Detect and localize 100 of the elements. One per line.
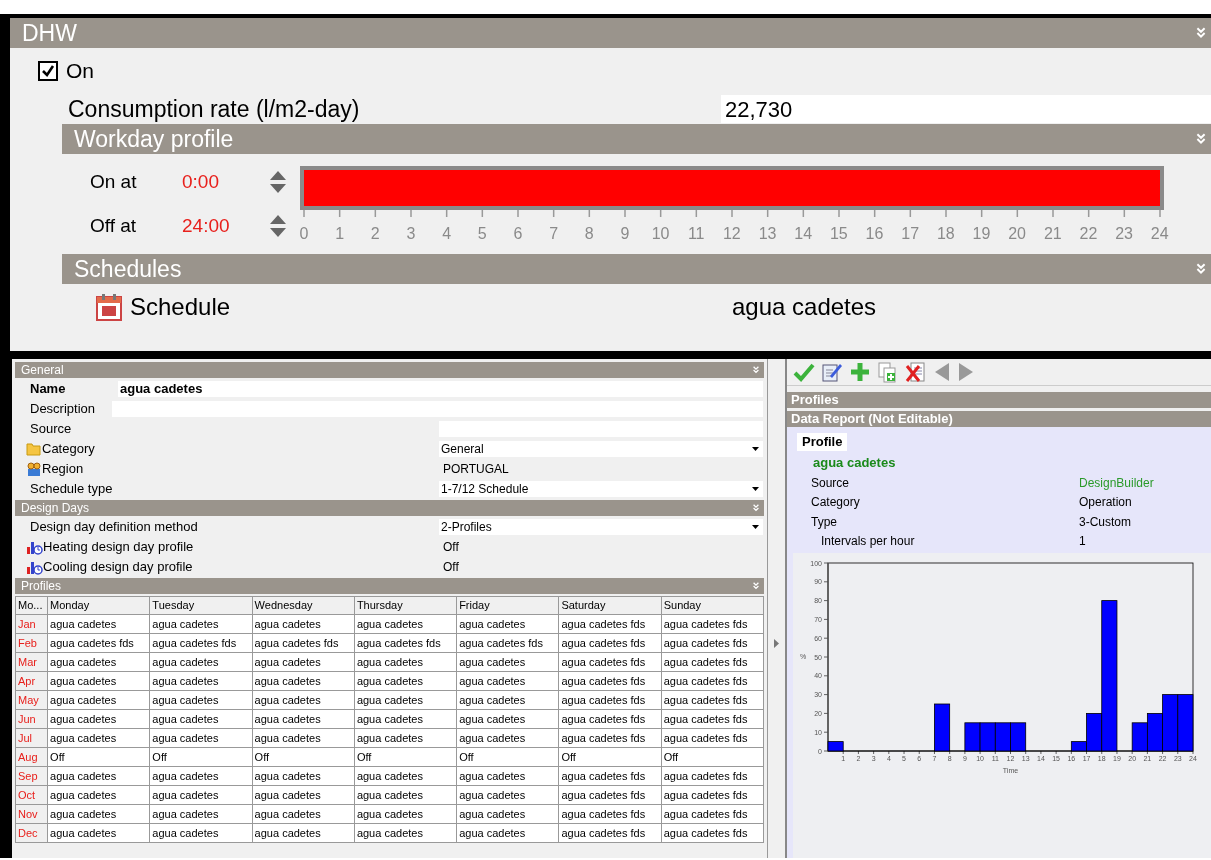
table-cell[interactable]: agua cadetes fds — [252, 633, 355, 653]
spinner-icon[interactable] — [268, 169, 288, 195]
table-cell[interactable]: agua cadetes — [252, 652, 355, 672]
table-cell[interactable]: agua cadetes — [252, 804, 355, 824]
table-cell[interactable]: agua cadetes fds — [661, 728, 764, 748]
table-cell[interactable]: agua cadetes — [252, 614, 355, 634]
table-cell[interactable]: agua cadetes fds — [661, 804, 764, 824]
column-header[interactable]: Friday — [456, 596, 559, 615]
table-cell[interactable]: agua cadetes fds — [456, 633, 559, 653]
off-at-value[interactable]: 24:00 — [182, 211, 268, 241]
copy-icon[interactable] — [877, 361, 899, 383]
table-cell[interactable]: agua cadetes — [149, 804, 253, 824]
table-cell[interactable]: agua cadetes fds — [558, 709, 662, 729]
table-cell[interactable]: agua cadetes fds — [558, 652, 662, 672]
collapse-icon[interactable] — [752, 366, 760, 374]
table-cell[interactable]: agua cadetes — [354, 690, 457, 710]
table-cell[interactable]: agua cadetes fds — [558, 671, 662, 691]
table-cell[interactable]: agua cadetes — [456, 671, 559, 691]
table-cell[interactable]: agua cadetes — [47, 614, 150, 634]
table-cell[interactable]: Off — [252, 747, 355, 767]
table-cell[interactable]: agua cadetes — [456, 785, 559, 805]
column-header[interactable]: Mo... — [15, 596, 48, 615]
table-cell[interactable]: agua cadetes — [149, 671, 253, 691]
table-cell[interactable]: agua cadetes — [354, 614, 457, 634]
on-at-value[interactable]: 0:00 — [182, 167, 268, 197]
table-cell[interactable]: agua cadetes — [354, 804, 457, 824]
table-cell[interactable]: Off — [558, 747, 662, 767]
consumption-field[interactable]: 22,730 — [721, 95, 1211, 123]
table-cell[interactable]: agua cadetes fds — [558, 728, 662, 748]
table-cell[interactable]: agua cadetes — [47, 671, 150, 691]
plus-icon[interactable] — [849, 361, 871, 383]
table-cell[interactable]: agua cadetes — [149, 690, 253, 710]
table-cell[interactable]: Off — [661, 747, 764, 767]
table-cell[interactable]: agua cadetes — [252, 671, 355, 691]
collapse-icon[interactable] — [1195, 27, 1207, 39]
dropdown[interactable]: 1-7/12 Schedule — [439, 481, 763, 497]
table-cell[interactable]: agua cadetes — [354, 709, 457, 729]
table-cell[interactable]: agua cadetes — [456, 804, 559, 824]
table-cell[interactable]: agua cadetes — [252, 785, 355, 805]
back-arrow-icon[interactable] — [933, 362, 951, 382]
delete-icon[interactable] — [905, 361, 927, 383]
table-cell[interactable]: agua cadetes — [47, 766, 150, 786]
collapse-icon[interactable] — [752, 504, 760, 512]
table-cell[interactable]: agua cadetes — [456, 728, 559, 748]
table-cell[interactable]: agua cadetes fds — [661, 614, 764, 634]
table-cell[interactable]: agua cadetes fds — [558, 633, 662, 653]
table-cell[interactable]: agua cadetes — [456, 823, 559, 843]
table-cell[interactable]: agua cadetes — [47, 690, 150, 710]
table-cell[interactable]: agua cadetes — [354, 785, 457, 805]
table-cell[interactable]: agua cadetes — [354, 652, 457, 672]
table-cell[interactable]: agua cadetes — [252, 690, 355, 710]
table-cell[interactable]: agua cadetes — [47, 728, 150, 748]
table-cell[interactable]: agua cadetes — [252, 766, 355, 786]
collapse-icon[interactable] — [752, 582, 760, 590]
table-cell[interactable]: agua cadetes — [149, 785, 253, 805]
table-cell[interactable]: agua cadetes — [354, 766, 457, 786]
table-cell[interactable]: agua cadetes — [354, 671, 457, 691]
table-cell[interactable]: agua cadetes — [252, 709, 355, 729]
table-cell[interactable]: agua cadetes fds — [558, 804, 662, 824]
table-cell[interactable]: agua cadetes — [456, 614, 559, 634]
table-cell[interactable]: agua cadetes fds — [354, 633, 457, 653]
table-cell[interactable]: agua cadetes — [47, 652, 150, 672]
table-cell[interactable]: agua cadetes — [149, 766, 253, 786]
on-checkbox[interactable] — [38, 61, 58, 81]
collapse-arrow-icon[interactable] — [774, 639, 779, 648]
dropdown[interactable]: General — [439, 441, 763, 457]
table-cell[interactable]: agua cadetes — [47, 709, 150, 729]
table-cell[interactable]: agua cadetes — [47, 785, 150, 805]
table-cell[interactable]: agua cadetes — [456, 709, 559, 729]
column-header[interactable]: Saturday — [558, 596, 662, 615]
table-cell[interactable]: agua cadetes — [149, 709, 253, 729]
table-cell[interactable]: agua cadetes fds — [558, 823, 662, 843]
table-cell[interactable]: agua cadetes — [149, 652, 253, 672]
edit-icon[interactable] — [821, 361, 843, 383]
table-cell[interactable]: agua cadetes — [47, 823, 150, 843]
schedule-value[interactable]: agua cadetes — [732, 289, 877, 325]
dropdown[interactable]: 2-Profiles — [439, 519, 763, 535]
table-cell[interactable]: agua cadetes — [47, 804, 150, 824]
table-cell[interactable]: agua cadetes fds — [661, 709, 764, 729]
collapse-icon[interactable] — [1195, 263, 1207, 275]
column-header[interactable]: Wednesday — [252, 596, 355, 615]
profile-tab[interactable]: Profile — [797, 433, 848, 451]
table-cell[interactable]: agua cadetes fds — [661, 766, 764, 786]
table-cell[interactable]: agua cadetes fds — [558, 690, 662, 710]
table-cell[interactable]: agua cadetes fds — [661, 785, 764, 805]
table-cell[interactable]: agua cadetes — [149, 728, 253, 748]
column-header[interactable]: Thursday — [354, 596, 457, 615]
table-cell[interactable]: agua cadetes — [456, 690, 559, 710]
name-field[interactable]: agua cadetes — [118, 381, 763, 397]
table-cell[interactable]: agua cadetes — [456, 652, 559, 672]
forward-arrow-icon[interactable] — [957, 362, 975, 382]
table-cell[interactable]: Off — [456, 747, 559, 767]
table-cell[interactable]: Off — [47, 747, 150, 767]
table-cell[interactable]: Off — [354, 747, 457, 767]
table-cell[interactable]: agua cadetes fds — [661, 633, 764, 653]
column-header[interactable]: Sunday — [661, 596, 764, 615]
table-cell[interactable]: agua cadetes fds — [661, 690, 764, 710]
table-cell[interactable]: agua cadetes — [252, 823, 355, 843]
table-cell[interactable]: agua cadetes fds — [47, 633, 150, 653]
spinner-icon[interactable] — [268, 213, 288, 239]
